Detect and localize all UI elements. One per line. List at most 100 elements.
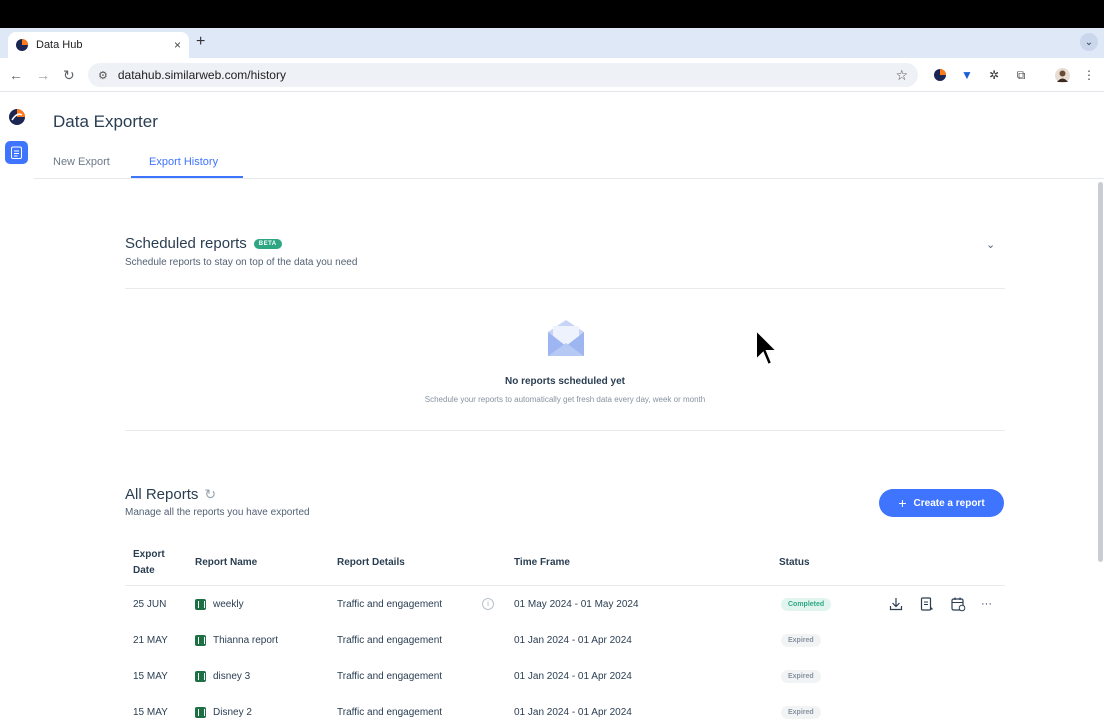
similarweb-extension-icon[interactable] — [932, 67, 948, 83]
back-button[interactable]: ← — [9, 67, 23, 83]
status-badge: Completed — [781, 597, 832, 611]
report-name-cell[interactable]: Disney 2 — [195, 694, 252, 720]
report-name-cell[interactable]: Thianna report — [195, 622, 278, 658]
window-top-bar — [0, 0, 1104, 28]
report-name: weekly — [213, 598, 244, 610]
browser-menu-icon[interactable]: ⋮ — [1081, 67, 1097, 83]
vuetify-extension-icon[interactable]: ▼ — [959, 67, 975, 83]
data-exporter-nav-button[interactable] — [5, 141, 28, 164]
report-icon — [11, 146, 22, 159]
status-badge: Expired — [781, 669, 821, 683]
tab-new-export[interactable]: New Export — [53, 156, 110, 168]
new-tab-button[interactable]: + — [196, 33, 205, 51]
report-details: Traffic and engagement — [337, 670, 443, 682]
export-date: 15 MAY — [133, 670, 168, 682]
empty-state-subtitle: Schedule your reports to automatically g… — [424, 395, 706, 404]
edit-report-button[interactable] — [919, 586, 935, 622]
table-row[interactable]: 21 MAY Thianna report Traffic and engage… — [125, 622, 1005, 658]
export-date: 25 JUN — [133, 598, 167, 610]
table-row[interactable]: 25 JUN weekly Traffic and engagement i 0… — [125, 586, 1005, 622]
table-row[interactable]: 15 MAY disney 3 Traffic and engagement 0… — [125, 658, 1005, 694]
profile-avatar[interactable] — [1054, 67, 1070, 83]
schedule-icon — [951, 597, 966, 612]
edit-report-icon — [920, 597, 933, 611]
address-bar[interactable]: ⚙ datahub.similarweb.com/history ☆ — [88, 63, 918, 87]
left-rail — [0, 93, 34, 720]
browser-tab-strip: Data Hub × + ⌄ — [0, 28, 1104, 58]
tab-export-history[interactable]: Export History — [149, 156, 218, 168]
status-cell: Expired — [781, 622, 821, 658]
report-details: Traffic and engagement — [337, 706, 443, 718]
download-icon — [889, 598, 903, 611]
schedule-button[interactable] — [950, 586, 966, 622]
similarweb-logo-icon[interactable] — [8, 108, 26, 126]
status-badge: Expired — [781, 633, 821, 647]
gear-extension-icon[interactable]: ✲ — [986, 67, 1002, 83]
time-frame: 01 May 2024 - 01 May 2024 — [514, 598, 639, 610]
table-row[interactable]: 15 MAY Disney 2 Traffic and engagement 0… — [125, 694, 1005, 720]
report-name: disney 3 — [213, 670, 251, 682]
report-name: Disney 2 — [213, 706, 252, 718]
scheduled-reports-subtitle: Schedule reports to stay on top of the d… — [125, 257, 358, 268]
status-cell: Expired — [781, 658, 821, 694]
scheduled-reports-title: Scheduled reports BETA — [125, 235, 282, 252]
report-name-cell[interactable]: weekly — [195, 586, 244, 622]
export-date: 21 MAY — [133, 634, 168, 646]
forward-button[interactable]: → — [36, 67, 50, 83]
active-tab-indicator — [131, 176, 243, 178]
browser-tab[interactable]: Data Hub × — [8, 32, 189, 58]
time-frame: 01 Jan 2024 - 01 Apr 2024 — [514, 670, 632, 682]
similarweb-favicon-icon — [16, 39, 28, 51]
all-reports-title: All Reports ↻ — [125, 486, 216, 503]
mail-illustration-icon — [548, 320, 584, 356]
chevron-down-icon[interactable]: ⌄ — [986, 238, 995, 251]
scrollbar[interactable] — [1098, 182, 1103, 562]
table-header: Export Date Report Name Report Details T… — [125, 540, 1005, 586]
info-icon: i — [482, 598, 494, 610]
status-badge: Expired — [781, 705, 821, 719]
col-report-name[interactable]: Report Name — [195, 540, 257, 586]
excel-icon — [195, 670, 206, 682]
excel-icon — [195, 634, 206, 646]
tab-search-button[interactable]: ⌄ — [1080, 33, 1098, 51]
col-export-date[interactable]: Export Date — [133, 540, 165, 586]
page-title: Data Exporter — [53, 112, 158, 131]
extensions-puzzle-icon[interactable]: ⧉ — [1013, 67, 1029, 83]
all-reports-heading: All Reports — [125, 486, 199, 503]
status-cell: Completed — [781, 586, 832, 622]
create-report-label: Create a report — [913, 497, 985, 509]
plus-icon: + — [898, 495, 907, 511]
col-time-frame[interactable]: Time Frame — [514, 540, 570, 586]
export-date: 15 MAY — [133, 706, 168, 718]
col-report-details[interactable]: Report Details — [337, 540, 405, 586]
col-export-date-line1: Export — [133, 549, 165, 560]
report-name-cell[interactable]: disney 3 — [195, 658, 250, 694]
report-details: Traffic and engagement — [337, 634, 443, 646]
report-details: Traffic and engagement — [337, 598, 443, 610]
empty-state-title: No reports scheduled yet — [504, 376, 626, 387]
download-button[interactable] — [888, 586, 904, 622]
cursor-icon — [755, 328, 780, 367]
all-reports-subtitle: Manage all the reports you have exported — [125, 507, 310, 518]
col-status[interactable]: Status — [779, 540, 810, 586]
url-text[interactable]: datahub.similarweb.com/history — [118, 68, 896, 82]
bookmark-star-icon[interactable]: ☆ — [895, 67, 908, 84]
section-divider — [125, 288, 1005, 289]
beta-badge: BETA — [253, 238, 282, 249]
section-divider — [125, 430, 1005, 431]
browser-toolbar: ← → ↻ ⚙ datahub.similarweb.com/history ☆… — [0, 58, 1104, 92]
tab-close-icon[interactable]: × — [174, 38, 181, 52]
scheduled-reports-heading: Scheduled reports — [125, 235, 247, 252]
details-info-button[interactable]: i — [482, 586, 494, 622]
status-cell: Expired — [781, 694, 821, 720]
excel-icon — [195, 706, 206, 718]
refresh-icon[interactable]: ↻ — [204, 486, 216, 503]
reload-button[interactable]: ↻ — [63, 67, 75, 84]
excel-icon — [195, 598, 206, 610]
create-report-button[interactable]: + Create a report — [879, 489, 1004, 517]
main-content[interactable]: Scheduled reports BETA Schedule reports … — [34, 180, 1096, 720]
app-header: Data Exporter New Export Export History — [34, 93, 1104, 179]
tab-title: Data Hub — [36, 39, 83, 51]
site-settings-icon[interactable]: ⚙ — [98, 69, 108, 82]
more-icon[interactable]: ··· — [981, 586, 992, 622]
